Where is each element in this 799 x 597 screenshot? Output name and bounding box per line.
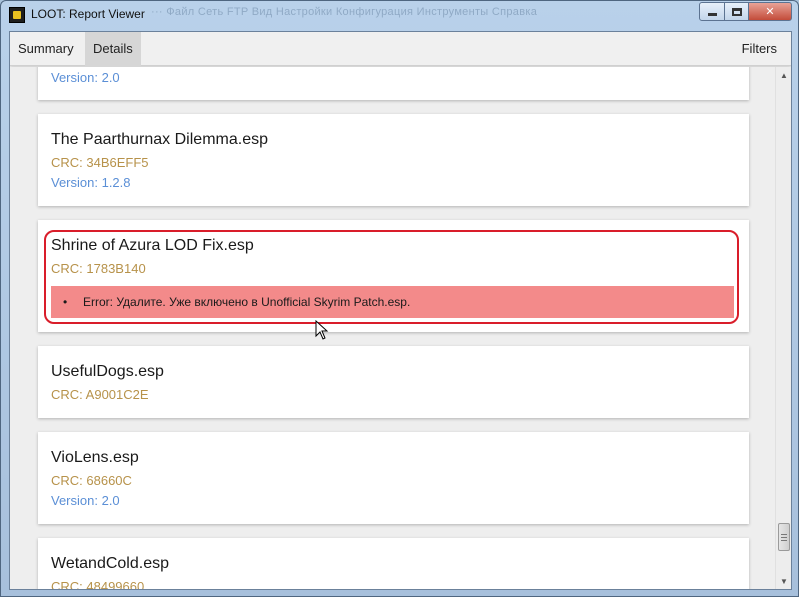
client-area: Summary Details Filters Version: 2.0 The…: [9, 31, 792, 590]
thumb-grip: [781, 540, 787, 541]
title-bar[interactable]: LOOT: Report Viewer ··· Файл Сеть FTP Ви…: [1, 1, 798, 29]
scroll-up-icon[interactable]: ▲: [776, 67, 791, 83]
plugin-list: Version: 2.0 The Paarthurnax Dilemma.esp…: [10, 67, 775, 589]
tab-details[interactable]: Details: [85, 32, 141, 66]
scroll-thumb[interactable]: [778, 523, 790, 551]
maximize-icon: [731, 7, 742, 16]
vertical-scrollbar[interactable]: ▲ ▼: [775, 67, 791, 589]
filters-button[interactable]: Filters: [734, 32, 785, 66]
thumb-grip: [781, 534, 787, 535]
plugin-card: WetandCold.esp CRC: 48499660: [38, 538, 749, 589]
plugin-version: Version: 2.0: [51, 493, 120, 508]
plugin-card: UsefulDogs.esp CRC: A9001C2E: [38, 346, 749, 418]
plugin-crc: CRC: 34B6EFF5: [51, 155, 149, 170]
error-message: Error: Удалите. Уже включено в Unofficia…: [51, 286, 734, 318]
plugin-name: WetandCold.esp: [51, 555, 169, 572]
tab-summary[interactable]: Summary: [10, 32, 82, 66]
plugin-name: The Paarthurnax Dilemma.esp: [51, 131, 268, 148]
plugin-crc: CRC: 1783B140: [51, 261, 146, 276]
close-icon: ✕: [765, 6, 775, 18]
plugin-card: VioLens.esp CRC: 68660C Version: 2.0: [38, 432, 749, 524]
app-window: LOOT: Report Viewer ··· Файл Сеть FTP Ви…: [0, 0, 799, 597]
plugin-version: Version: 2.0: [51, 70, 120, 85]
scroll-down-icon[interactable]: ▼: [776, 573, 791, 589]
plugin-card: Version: 2.0: [38, 67, 749, 100]
plugin-crc: CRC: 48499660: [51, 579, 145, 589]
plugin-crc: CRC: 68660C: [51, 473, 132, 488]
plugin-crc: CRC: A9001C2E: [51, 387, 149, 402]
close-button[interactable]: ✕: [748, 2, 792, 21]
plugin-name: UsefulDogs.esp: [51, 363, 164, 380]
window-title: LOOT: Report Viewer: [31, 7, 145, 21]
minimize-button[interactable]: [699, 2, 725, 21]
plugin-version: Version: 1.2.8: [51, 175, 131, 190]
plugin-card: The Paarthurnax Dilemma.esp CRC: 34B6EFF…: [38, 114, 749, 206]
background-menu-ghost: ··· Файл Сеть FTP Вид Настройки Конфигур…: [151, 6, 538, 18]
loot-app-icon: [9, 7, 25, 23]
thumb-grip: [781, 537, 787, 538]
plugin-name: Shrine of Azura LOD Fix.esp: [51, 237, 254, 254]
plugin-card-highlighted: Shrine of Azura LOD Fix.esp CRC: 1783B14…: [38, 220, 749, 332]
maximize-button[interactable]: [724, 2, 749, 21]
minimize-icon: [707, 13, 717, 16]
toolbar: Summary Details Filters: [10, 32, 791, 66]
mouse-cursor-icon: [315, 320, 329, 340]
plugin-name: VioLens.esp: [51, 449, 139, 466]
